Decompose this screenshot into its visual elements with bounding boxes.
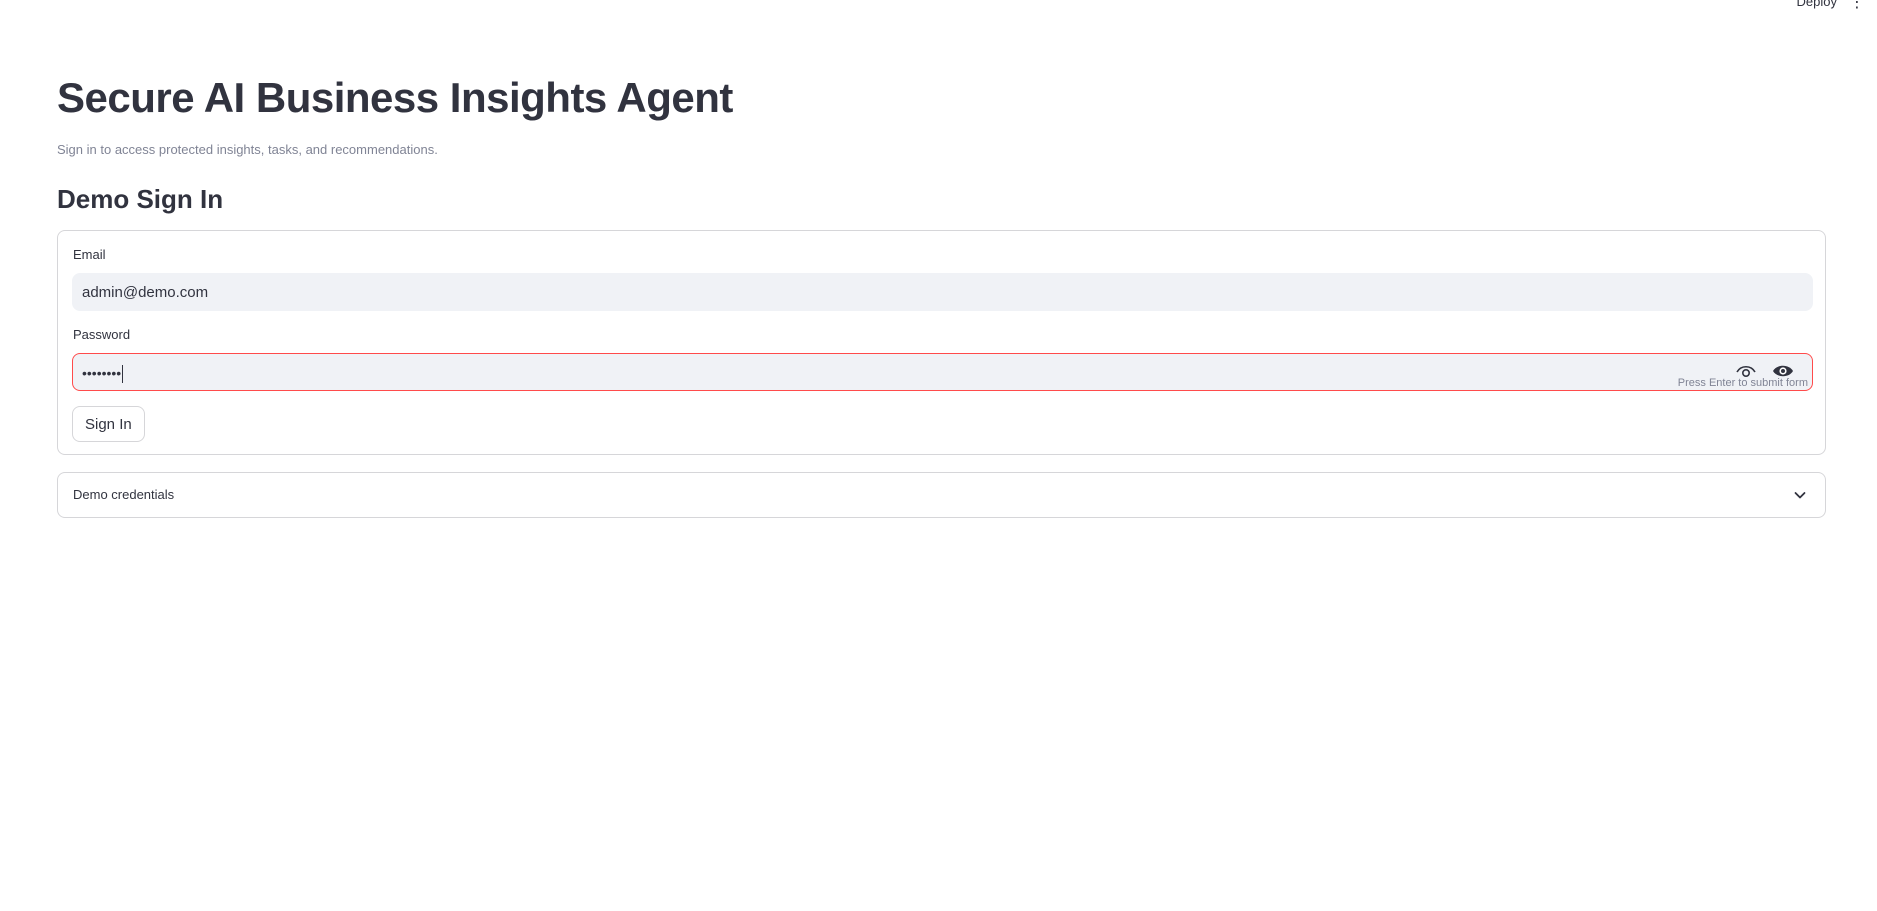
page-title: Secure AI Business Insights Agent <box>57 74 733 121</box>
password-label: Password <box>73 327 131 342</box>
text-caret <box>122 365 124 384</box>
page-subtitle: Sign in to access protected insights, ta… <box>57 142 438 157</box>
section-heading: Demo Sign In <box>57 184 224 214</box>
chevron-down-icon <box>1794 492 1806 499</box>
expander-label: Demo credentials <box>73 487 175 502</box>
sign-in-form: Email admin@demo.com Password •••••••• P… <box>57 230 1826 455</box>
submit-hint: Press Enter to submit form <box>1677 377 1808 389</box>
deploy-button[interactable]: Deploy <box>1797 0 1837 9</box>
password-value: •••••••• <box>82 365 122 381</box>
email-field[interactable]: admin@demo.com <box>72 273 1813 311</box>
kebab-menu-icon[interactable]: ⋮ <box>1849 0 1865 12</box>
email-value: admin@demo.com <box>82 284 209 301</box>
password-field[interactable]: •••••••• Press Enter to submit form <box>72 353 1813 391</box>
email-label: Email <box>73 247 106 262</box>
sign-in-button[interactable]: Sign In <box>72 406 145 442</box>
top-toolbar: Deploy ⋮ <box>0 0 1877 12</box>
demo-credentials-expander[interactable]: Demo credentials <box>57 472 1826 518</box>
